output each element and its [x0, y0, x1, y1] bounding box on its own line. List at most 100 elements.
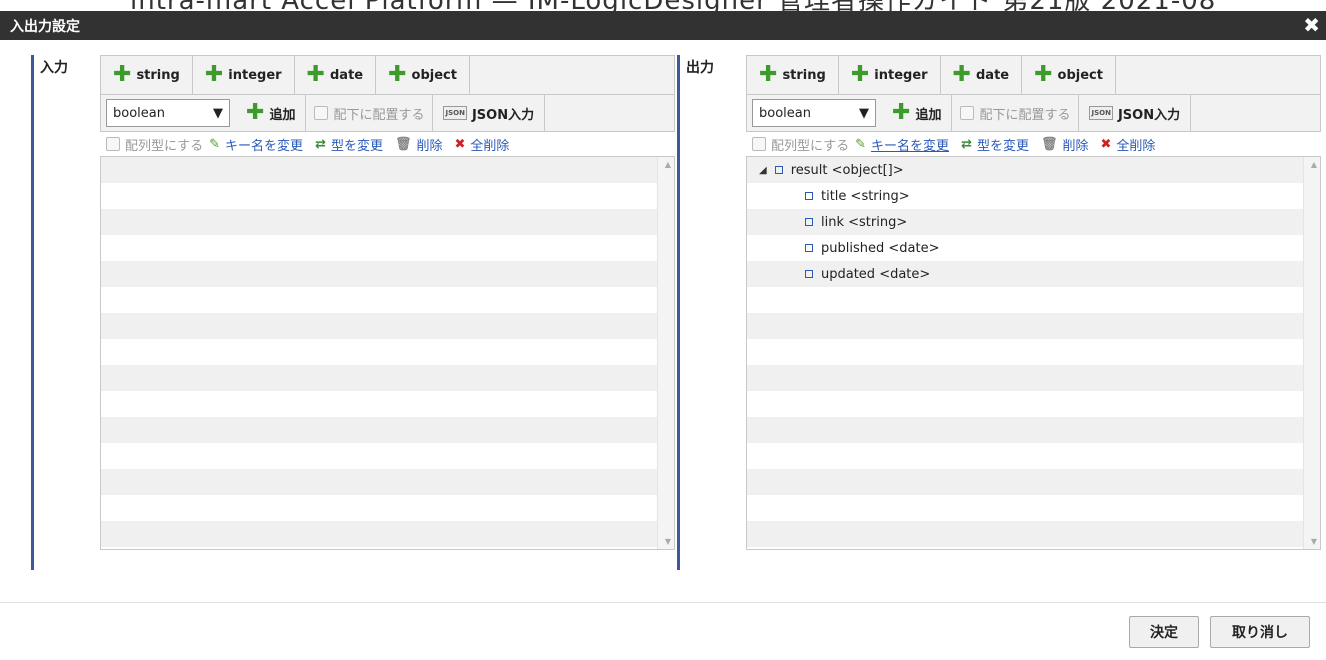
- tree-row-stripe: [101, 443, 658, 469]
- tree-row-stripe: [101, 235, 658, 261]
- delete-all-button[interactable]: ✖ 全削除: [455, 135, 510, 154]
- input-add-toolbar: boolean ▼ ✚ 追加 配下に配置する JSON JSON入力: [100, 95, 675, 132]
- tree-row-stripe: [747, 287, 1304, 313]
- output-edit-toolbar: 配列型にする ✎ キー名を変更 ⇄ 型を変更 🗑 削除 ✖ 全削除: [746, 132, 1321, 156]
- rename-key-button[interactable]: ✎ キー名を変更: [209, 135, 303, 154]
- plus-icon: ✚: [306, 62, 325, 87]
- delete-all-button[interactable]: ✖ 全削除: [1101, 135, 1156, 154]
- change-type-button[interactable]: ⇄ 型を変更: [961, 135, 1029, 154]
- input-tree[interactable]: ▲ ▼: [100, 156, 675, 550]
- scrollbar[interactable]: ▲ ▼: [657, 157, 674, 549]
- node-icon: [805, 270, 813, 278]
- output-panel-label: 出力: [686, 60, 714, 76]
- add-integer-button[interactable]: ✚ integer: [193, 56, 295, 94]
- tree-row-stripe: [747, 417, 1304, 443]
- tree-node-label: title <string>: [821, 188, 910, 204]
- scroll-up-icon[interactable]: ▲: [665, 160, 671, 169]
- json-input-button[interactable]: JSON JSON入力: [1079, 95, 1192, 131]
- checkbox-icon: [960, 106, 975, 120]
- output-editor: ✚ string ✚ integer ✚ date ✚ object boolean ▼ …: [746, 55, 1321, 568]
- dialog-title: 入出力設定: [10, 19, 80, 35]
- tree-row-stripe: [101, 313, 658, 339]
- dropdown-arrow-icon: ▼: [859, 105, 869, 121]
- cancel-button[interactable]: 取り消し: [1210, 616, 1310, 648]
- type-select[interactable]: boolean ▼: [106, 99, 230, 127]
- close-icon[interactable]: ✖: [1303, 13, 1320, 37]
- tree-row-stripe: [101, 339, 658, 365]
- swap-icon: ⇄: [315, 136, 326, 152]
- pencil-icon: ✎: [855, 136, 867, 152]
- tree-row-stripe: [101, 495, 658, 521]
- plus-icon: ✚: [850, 62, 870, 87]
- delete-button[interactable]: 🗑 削除: [1041, 135, 1089, 154]
- scroll-down-icon[interactable]: ▼: [665, 537, 671, 546]
- add-string-button[interactable]: ✚ string: [747, 56, 839, 94]
- tree-row-stripe: [101, 261, 658, 287]
- x-icon: ✖: [1100, 136, 1112, 152]
- ok-button[interactable]: 決定: [1129, 616, 1199, 648]
- array-type-checkbox[interactable]: 配列型にする: [746, 132, 855, 156]
- expand-triangle-icon[interactable]: ◢: [759, 165, 767, 176]
- plus-icon: ✚: [246, 100, 265, 125]
- checkbox-icon: [106, 137, 120, 151]
- pencil-icon: ✎: [209, 136, 221, 152]
- place-under-checkbox[interactable]: 配下に配置する: [952, 95, 1080, 131]
- array-type-checkbox[interactable]: 配列型にする: [100, 132, 209, 156]
- add-object-button[interactable]: ✚ object: [1022, 56, 1116, 94]
- change-type-button[interactable]: ⇄ 型を変更: [315, 135, 383, 154]
- add-date-button[interactable]: ✚ date: [295, 56, 377, 94]
- tree-node-label: result <object[]>: [790, 162, 904, 178]
- tree-node[interactable]: published <date>: [747, 235, 939, 261]
- tree-row-stripe: [747, 339, 1304, 365]
- node-icon: [805, 244, 813, 252]
- node-icon: [805, 192, 813, 200]
- output-type-toolbar: ✚ string ✚ integer ✚ date ✚ object: [746, 55, 1321, 95]
- plus-icon: ✚: [952, 62, 971, 87]
- add-button[interactable]: ✚ 追加: [236, 95, 307, 131]
- tree-row-stripe: [747, 313, 1304, 339]
- scrollbar[interactable]: ▲ ▼: [1303, 157, 1320, 549]
- output-panel: 出力 ✚ string ✚ integer ✚ date ✚ object boolea…: [677, 55, 1321, 570]
- node-icon: [774, 166, 783, 174]
- tree-row-stripe: [747, 469, 1304, 495]
- tree-row-stripe: [101, 157, 658, 183]
- input-editor: ✚ string ✚ integer ✚ date ✚ object boolean ▼ …: [100, 55, 675, 568]
- scroll-up-icon[interactable]: ▲: [1311, 160, 1317, 169]
- swap-icon: ⇄: [961, 136, 972, 152]
- input-panel-label: 入力: [40, 60, 68, 76]
- add-integer-button[interactable]: ✚ integer: [839, 56, 941, 94]
- add-button[interactable]: ✚ 追加: [882, 95, 953, 131]
- delete-button[interactable]: 🗑 削除: [395, 135, 443, 154]
- output-tree[interactable]: ▲ ▼ ◢ result <object[]> title <string> link…: [746, 156, 1321, 550]
- add-object-button[interactable]: ✚ object: [376, 56, 470, 94]
- add-date-button[interactable]: ✚ date: [941, 56, 1023, 94]
- input-type-toolbar: ✚ string ✚ integer ✚ date ✚ object: [100, 55, 675, 95]
- json-icon: JSON: [1089, 106, 1113, 120]
- tree-row-stripe: [747, 521, 1304, 547]
- tree-node-label: link <string>: [821, 214, 908, 230]
- tree-node[interactable]: title <string>: [747, 183, 910, 209]
- rename-key-button[interactable]: ✎ キー名を変更: [855, 135, 949, 154]
- add-string-button[interactable]: ✚ string: [101, 56, 193, 94]
- tree-row-stripe: [747, 547, 1304, 549]
- tree-row-stripe: [101, 365, 658, 391]
- tree-node-label: updated <date>: [821, 266, 931, 282]
- dropdown-arrow-icon: ▼: [213, 105, 223, 121]
- tree-node[interactable]: updated <date>: [747, 261, 930, 287]
- tree-row-stripe: [101, 469, 658, 495]
- json-icon: JSON: [443, 106, 467, 120]
- tree-row-stripe: [101, 209, 658, 235]
- tree-node[interactable]: link <string>: [747, 209, 907, 235]
- json-input-button[interactable]: JSON JSON入力: [433, 95, 546, 131]
- plus-icon: ✚: [388, 62, 407, 87]
- plus-icon: ✚: [113, 62, 132, 87]
- scroll-down-icon[interactable]: ▼: [1311, 537, 1317, 546]
- place-under-checkbox[interactable]: 配下に配置する: [306, 95, 434, 131]
- tree-node[interactable]: ◢ result <object[]>: [747, 157, 904, 183]
- tree-row-stripe: [101, 547, 658, 549]
- input-panel: 入力 ✚ string ✚ integer ✚ date ✚ object boolea…: [31, 55, 675, 570]
- tree-row-stripe: [101, 391, 658, 417]
- dialog-titlebar: 入出力設定 ✖: [0, 11, 1326, 40]
- checkbox-icon: [752, 137, 766, 151]
- type-select[interactable]: boolean ▼: [752, 99, 876, 127]
